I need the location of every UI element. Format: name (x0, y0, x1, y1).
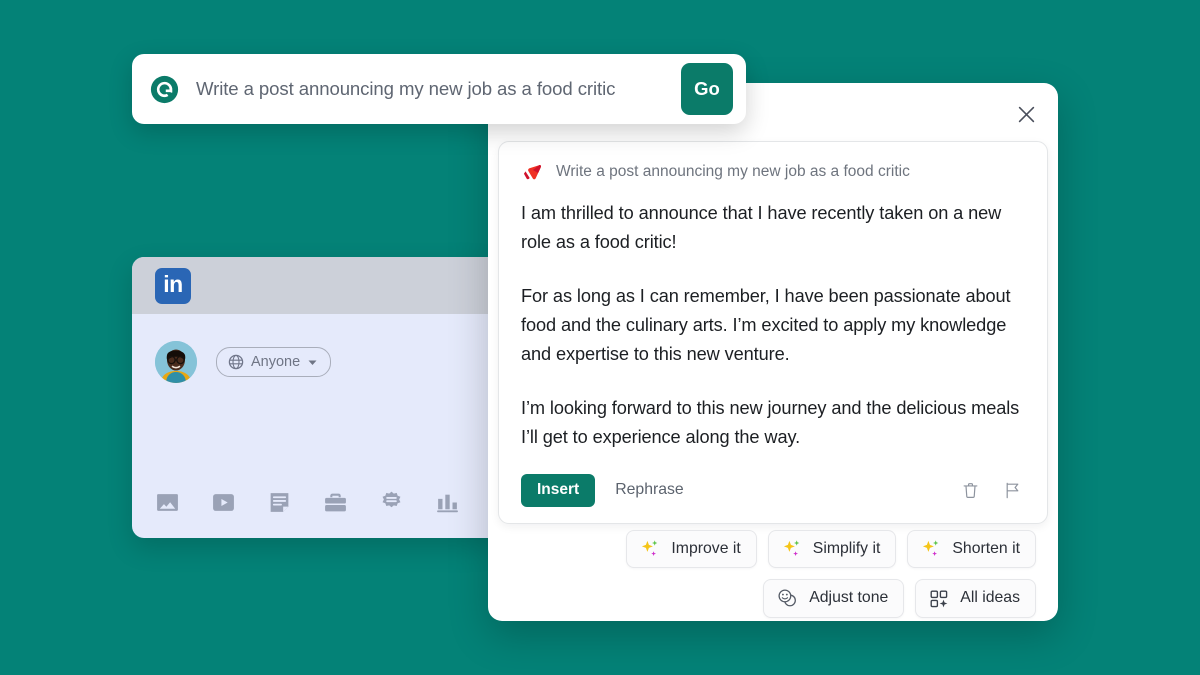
screen-canvas: in Anyone Write a post announcing my new… (0, 0, 1200, 675)
rephrase-button[interactable]: Rephrase (615, 481, 684, 499)
generated-text: I am thrilled to announce that I have re… (521, 199, 1025, 452)
megaphone-icon (523, 165, 542, 180)
sparkle-icon (642, 540, 658, 557)
linkedin-compose-window: in Anyone (132, 257, 500, 538)
celebrate-badge-icon[interactable] (379, 490, 404, 515)
briefcase-icon[interactable] (323, 490, 348, 515)
sparkle-icon (923, 540, 939, 557)
report-button[interactable] (999, 477, 1025, 503)
close-icon (1018, 106, 1034, 122)
go-button[interactable]: Go (681, 63, 733, 115)
suggestion-chips: Improve it Simplify it Shorten it Adjust… (510, 530, 1036, 618)
chip-row: Improve it Simplify it Shorten it (510, 530, 1036, 568)
grammarly-assistant-card: Write a post announcing my new job as a … (488, 83, 1058, 621)
chip-label: Adjust tone (809, 589, 889, 607)
linkedin-topbar: in (132, 257, 500, 314)
suggestion-panel: Write a post announcing my new job as a … (498, 141, 1048, 524)
prompt-echo-text: Write a post announcing my new job as a … (556, 162, 910, 180)
flag-icon (1006, 482, 1018, 498)
chip-label: Shorten it (952, 539, 1020, 557)
close-button[interactable] (1011, 99, 1041, 129)
audience-selector[interactable]: Anyone (216, 347, 332, 377)
suggestion-action-row: Insert Rephrase (521, 474, 1025, 507)
sparkle-icon (783, 540, 800, 557)
delete-button[interactable] (957, 477, 983, 503)
generated-paragraph: For as long as I can remember, I have be… (521, 286, 1011, 364)
chip-label: Improve it (671, 539, 741, 557)
prompt-input[interactable] (194, 77, 681, 101)
chip-all-ideas[interactable]: All ideas (915, 579, 1036, 618)
chip-label: Simplify it (812, 539, 881, 557)
chip-row: Adjust tone All ideas (510, 579, 1036, 618)
video-icon[interactable] (211, 490, 236, 515)
linkedin-attachment-toolbar (155, 490, 460, 515)
prompt-echo: Write a post announcing my new job as a … (521, 161, 1025, 183)
poll-chart-icon[interactable] (435, 490, 460, 515)
chip-shorten-it[interactable]: Shorten it (907, 530, 1036, 568)
linkedin-logo-icon: in (155, 267, 191, 304)
audience-label: Anyone (251, 354, 301, 370)
grammarly-logo-icon (150, 75, 179, 103)
generated-paragraph: I’m looking forward to this new journey … (521, 398, 1020, 447)
linkedin-compose-header: Anyone (132, 314, 500, 383)
insert-button[interactable]: Insert (521, 474, 596, 507)
chevron-down-icon (308, 360, 317, 365)
trash-icon (963, 482, 977, 498)
grid-sparkle-icon (930, 590, 948, 607)
chip-improve-it[interactable]: Improve it (626, 530, 757, 568)
tone-faces-icon (778, 589, 797, 607)
chip-label: All ideas (960, 589, 1020, 607)
chip-adjust-tone[interactable]: Adjust tone (763, 579, 905, 618)
document-icon[interactable] (267, 490, 292, 515)
photo-icon[interactable] (155, 490, 180, 515)
globe-icon (228, 354, 244, 370)
generated-paragraph: I am thrilled to announce that I have re… (521, 203, 1002, 252)
avatar (155, 341, 197, 383)
prompt-bar: Go (132, 54, 746, 124)
chip-simplify-it[interactable]: Simplify it (767, 530, 897, 568)
